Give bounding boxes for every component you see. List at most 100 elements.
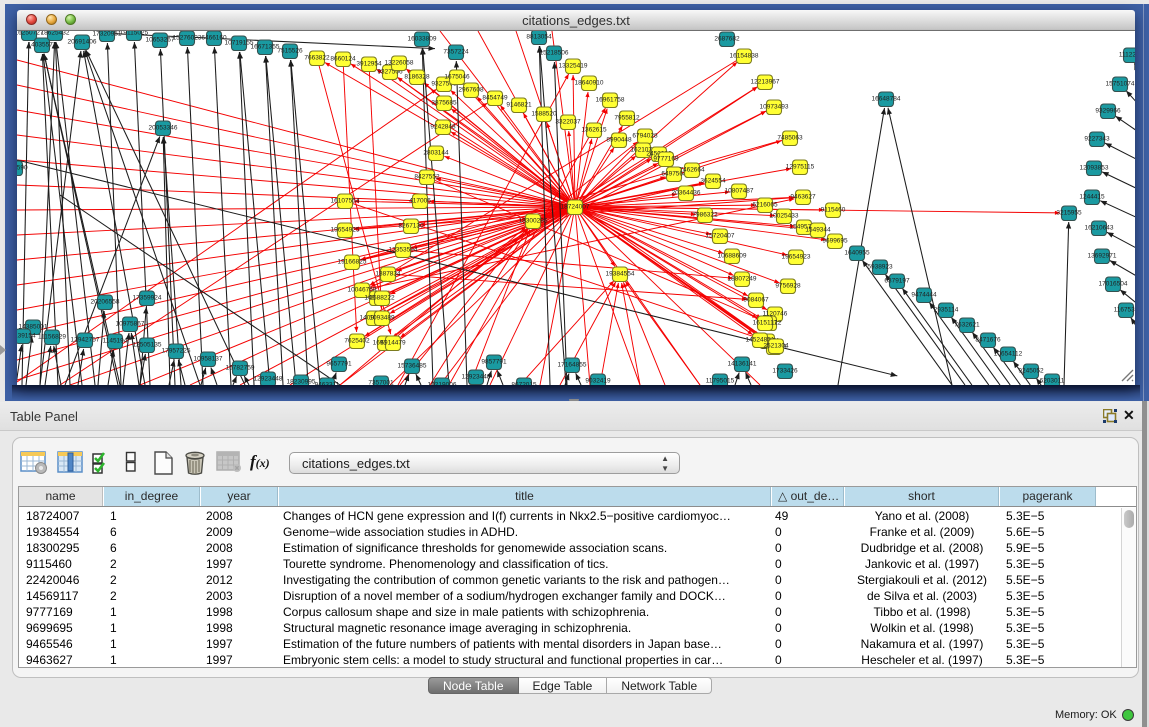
svg-text:19166825: 19166825 <box>338 259 367 266</box>
svg-text:10807487: 10807487 <box>725 188 754 195</box>
svg-text:8454749: 8454749 <box>482 95 508 102</box>
svg-text:9139154: 9139154 <box>17 333 36 340</box>
svg-text:7357001: 7357001 <box>368 380 394 386</box>
svg-text:8427552: 8427552 <box>414 174 440 181</box>
svg-text:16210643: 16210643 <box>1085 225 1114 232</box>
svg-text:20691406: 20691406 <box>68 39 97 46</box>
svg-text:18807249: 18807249 <box>728 276 757 283</box>
svg-text:6379197: 6379197 <box>884 278 910 285</box>
svg-text:9756928: 9756928 <box>775 283 801 290</box>
svg-text:16648784: 16648784 <box>872 96 901 103</box>
svg-text:9699695: 9699695 <box>822 238 848 245</box>
svg-text:15751074: 15751074 <box>1106 81 1135 88</box>
svg-text:13226058: 13226058 <box>385 60 414 67</box>
svg-text:9242848: 9242848 <box>430 124 456 131</box>
svg-text:12923448: 12923448 <box>462 374 491 381</box>
svg-text:3322037: 3322037 <box>555 119 581 126</box>
svg-text:15736485: 15736485 <box>398 363 427 370</box>
svg-text:18640910: 18640910 <box>575 80 604 87</box>
svg-text:15720407: 15720407 <box>706 233 735 240</box>
svg-text:19654923: 19654923 <box>782 254 811 261</box>
svg-text:1549344: 1549344 <box>805 227 831 234</box>
svg-text:12505135: 12505135 <box>133 342 162 349</box>
svg-text:20053346: 20053346 <box>149 125 178 132</box>
svg-text:2687682: 2687682 <box>714 36 740 43</box>
svg-text:10654112: 10654112 <box>994 351 1023 358</box>
svg-text:18724007: 18724007 <box>561 204 590 211</box>
svg-text:18230995: 18230995 <box>287 379 316 386</box>
svg-text:6466160: 6466160 <box>201 35 227 42</box>
svg-text:9463311: 9463311 <box>315 382 340 386</box>
svg-text:1167531: 1167531 <box>1114 307 1135 314</box>
svg-text:3624554: 3624554 <box>700 178 726 185</box>
svg-text:12093853: 12093853 <box>1080 165 1109 172</box>
svg-text:17320951: 17320951 <box>93 31 122 38</box>
svg-text:1244415: 1244415 <box>1079 194 1105 201</box>
svg-text:12975115: 12975115 <box>786 164 815 171</box>
svg-text:3912954: 3912954 <box>356 61 382 68</box>
svg-text:16154838: 16154838 <box>730 53 759 60</box>
svg-text:7663822: 7663822 <box>304 55 330 62</box>
svg-text:20206558: 20206558 <box>91 299 120 306</box>
svg-text:13325419: 13325419 <box>559 63 588 70</box>
svg-text:17957225: 17957225 <box>162 348 191 355</box>
svg-text:1887834: 1887834 <box>375 271 401 278</box>
svg-text:9463627: 9463627 <box>790 194 816 201</box>
svg-text:2935114: 2935114 <box>934 307 959 314</box>
svg-text:12353594: 12353594 <box>389 247 418 254</box>
svg-text:2521304: 2521304 <box>763 343 789 350</box>
svg-text:8990448: 8990448 <box>606 137 632 144</box>
svg-text:3875685: 3875685 <box>431 100 457 107</box>
svg-text:1675046: 1675046 <box>444 74 470 81</box>
svg-text:8672015: 8672015 <box>511 382 537 386</box>
svg-text:1362615: 1362615 <box>581 127 607 134</box>
svg-text:7632621: 7632621 <box>954 322 980 329</box>
svg-text:7986322: 7986322 <box>692 212 718 219</box>
svg-text:1588520: 1588520 <box>531 111 557 118</box>
svg-text:8267130: 8267130 <box>398 223 424 230</box>
svg-text:16782759: 16782759 <box>226 365 255 372</box>
svg-text:11795015: 11795015 <box>706 378 735 385</box>
svg-text:9146821: 9146821 <box>506 102 532 109</box>
svg-text:9084067: 9084067 <box>743 297 769 304</box>
svg-text:1733426: 1733426 <box>772 368 798 375</box>
svg-text:7357224: 7357224 <box>443 49 469 56</box>
svg-text:8660124: 8660124 <box>330 56 356 63</box>
svg-text:7955812: 7955812 <box>614 115 640 122</box>
svg-text:15218506: 15218506 <box>540 50 569 57</box>
svg-text:8186328: 8186328 <box>404 74 430 81</box>
svg-text:17016504: 17016504 <box>1099 281 1128 288</box>
svg-text:9115460: 9115460 <box>821 207 846 214</box>
svg-text:16033809: 16033809 <box>408 36 437 43</box>
svg-text:19654925: 19654925 <box>331 227 360 234</box>
svg-text:1615117: 1615117 <box>753 320 778 327</box>
svg-text:7462664: 7462664 <box>679 167 705 174</box>
svg-text:417006: 417006 <box>409 198 431 205</box>
svg-text:16671355: 16671355 <box>251 44 280 51</box>
svg-text:10219006: 10219006 <box>428 382 457 386</box>
svg-text:3215955: 3215955 <box>1056 210 1082 217</box>
svg-text:5938923: 5938923 <box>867 264 893 271</box>
svg-text:10719155: 10719155 <box>225 40 254 47</box>
svg-text:6914479: 6914479 <box>380 340 406 347</box>
svg-text:9245052: 9245052 <box>1018 368 1044 375</box>
svg-text:10653267: 10653267 <box>146 37 175 44</box>
svg-text:9857791: 9857791 <box>481 359 507 366</box>
svg-text:17164855: 17164855 <box>558 362 587 369</box>
svg-text:1093489: 1093489 <box>369 315 395 322</box>
svg-text:10958137: 10958137 <box>194 356 223 363</box>
svg-text:10025433: 10025433 <box>770 213 799 220</box>
svg-text:18300295: 18300295 <box>519 218 548 225</box>
svg-text:10688609: 10688609 <box>718 253 747 260</box>
svg-text:2166590: 2166590 <box>17 165 28 172</box>
svg-text:13692971: 13692971 <box>1088 253 1117 260</box>
svg-text:1588222: 1588222 <box>369 295 395 302</box>
svg-text:20364436: 20364436 <box>672 190 701 197</box>
svg-text:14035572: 14035572 <box>28 42 57 49</box>
svg-text:2967608: 2967608 <box>458 87 484 94</box>
svg-text:1145194: 1145194 <box>103 338 128 345</box>
svg-text:6203011: 6203011 <box>1040 378 1065 385</box>
svg-text:18625432: 18625432 <box>41 31 70 37</box>
svg-text:16107554: 16107554 <box>331 198 360 205</box>
svg-text:9657791: 9657791 <box>326 361 352 368</box>
